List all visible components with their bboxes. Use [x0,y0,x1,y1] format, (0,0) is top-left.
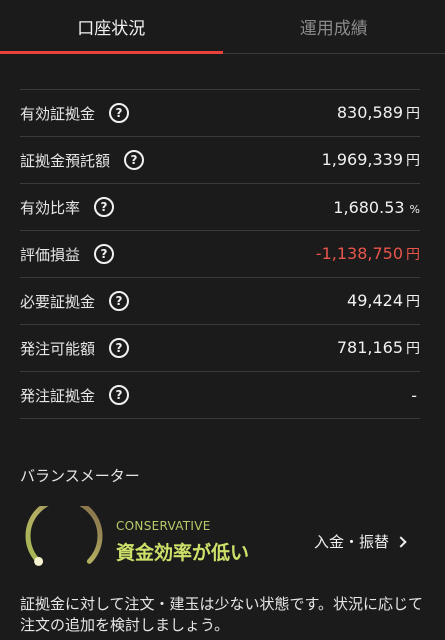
value-unit: 円 [406,106,420,122]
value-number: -1,138,750 [315,244,403,263]
balance-meter-title: バランスメーター [20,467,140,485]
value-unit: 円 [406,294,420,310]
row-label: 証拠金預託額 [20,151,111,170]
row-label: 発注可能額 [20,339,96,358]
help-icon[interactable]: ? [109,103,130,123]
row-effective-ratio: 有効比率 ? 1,680.53% [20,184,420,231]
deposit-transfer-label: 入金・振替 [314,533,390,551]
value-number: 781,165 [336,338,403,357]
account-summary-list: 有効証拠金 ? 830,589 円 証拠金預託額 ? 1,969,339 円 有効比… [20,89,420,419]
help-icon[interactable]: ? [109,291,130,311]
help-icon[interactable]: ? [109,385,130,405]
row-order-margin: 発注証拠金 ? - [20,372,420,419]
value-unit: 円 [406,341,420,357]
tab-bar: 口座状況 運用成績 [0,0,445,54]
value-number: 49,424 [347,291,403,310]
value-unit: 円 [406,247,420,263]
balance-headline: 資金効率が低い [116,542,250,564]
row-value: 781,165 円 [337,338,420,358]
balance-status: CONSERVATIVE 資金効率が低い [116,519,249,565]
help-icon[interactable]: ? [94,197,115,217]
row-label: 必要証拠金 [20,292,96,311]
help-icon[interactable]: ? [124,150,145,170]
row-value: - [411,386,420,405]
row-label: 発注証拠金 [20,386,96,405]
value-number: 1,969,339 [321,150,403,169]
row-label: 有効比率 [20,198,81,217]
row-value: 1,969,339 円 [322,150,420,170]
balance-level: CONSERVATIVE [116,519,211,533]
row-margin-deposit: 証拠金預託額 ? 1,969,339 円 [20,137,420,184]
value-unit: 円 [406,153,420,169]
help-icon[interactable]: ? [109,338,130,358]
gauge-track [25,506,103,564]
row-value: 1,680.53% [333,198,420,217]
gauge-arc [25,506,103,564]
row-required-margin: 必要証拠金 ? 49,424 円 [20,278,420,325]
tab-performance[interactable]: 運用成績 [223,0,445,53]
row-orderable-amount: 発注可能額 ? 781,165 円 [20,325,420,372]
value-number: 1,680.53 [333,197,405,217]
row-label: 評価損益 [20,245,81,264]
value-unit: % [409,202,420,216]
row-label: 有効証拠金 [20,104,96,123]
row-value: -1,138,750 円 [316,244,420,264]
row-value: 49,424 円 [347,291,420,311]
value-number: 830,589 [336,103,403,122]
tab-account-status[interactable]: 口座状況 [0,0,223,54]
help-icon[interactable]: ? [94,244,115,264]
balance-gauge-icon [25,506,103,566]
gauge-indicator [34,556,44,566]
row-value: 830,589 円 [337,103,420,123]
chevron-right-icon [395,535,407,548]
deposit-transfer-link[interactable]: 入金・振替 [314,531,407,552]
row-effective-margin: 有効証拠金 ? 830,589 円 [20,90,420,137]
row-unrealized-pl: 評価損益 ? -1,138,750 円 [20,231,420,278]
value-number: - [411,385,417,405]
balance-description: 証拠金に対して注文・建玉は少ない状態です。状況に応じて注文の追加を検討しましょう… [20,595,424,634]
